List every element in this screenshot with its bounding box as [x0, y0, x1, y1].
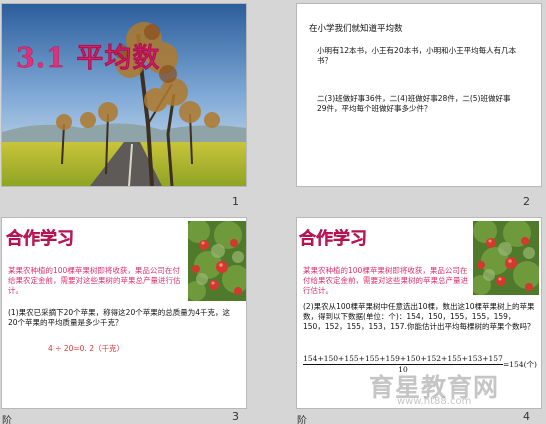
- slide-number-1: 1: [232, 195, 239, 208]
- slide-number-2: 2: [523, 195, 530, 208]
- apple-tree-image: [188, 221, 246, 301]
- problem-intro: 某果农种植的100棵苹果树即将收获，果品公司在付给果农定金前，需要对这些果树的苹…: [8, 266, 181, 295]
- formula-result: =154(个): [503, 360, 537, 369]
- formula-numerator: 154+150+155+155+159+150+152+155+153+157: [303, 354, 503, 365]
- slide-title: 合作学习: [299, 229, 367, 249]
- slide-footer-mark: 阶: [297, 416, 307, 424]
- problem-intro: 某果农种植的100棵苹果树即将收获，果品公司在付给果农定金前，需要对这些果树的苹…: [303, 266, 468, 295]
- road-landscape-image: [2, 4, 246, 186]
- answer-text: 4 ÷ 20=0. 2（千克）: [48, 344, 124, 353]
- slide-thumbnail-2[interactable]: 在小学我们就知道平均数 小明有12本书，小王有20本书，小明和小王平均每人有几本…: [297, 4, 541, 186]
- slide-thumbnail-4[interactable]: 合作学习 某果农种植的100棵苹果树即将收获，果品公司在付给果农定金前，需要对这…: [297, 218, 541, 408]
- slide-thumbnail-1[interactable]: 3.1 平均数: [2, 4, 246, 186]
- watermark-url: www.ht88.com: [397, 396, 472, 407]
- question-2: 二(3)班做好事36件，二(4)班做好事28件，二(5)班做好事29件，平均每个…: [317, 94, 511, 113]
- apple-tree-image: [473, 221, 539, 295]
- slide-number-4: 4: [523, 410, 530, 423]
- slide-heading: 在小学我们就知道平均数: [309, 24, 403, 34]
- slide-footer-mark: 阶: [2, 416, 12, 424]
- question-2: (2)果农从100棵苹果树中任意选出10棵，数出这10棵苹果树上的苹果数，得到以…: [303, 302, 535, 331]
- question-1: 小明有12本书，小王有20本书，小明和小王平均每人有几本书？: [317, 46, 517, 65]
- slide-title: 3.1 平均数: [16, 43, 161, 74]
- slide-title: 合作学习: [6, 229, 74, 249]
- question-1: (1)果农已采摘下20个苹果，称得这20个苹果的总质量为4千克，这20个苹果的平…: [8, 308, 230, 327]
- slide-thumbnail-3[interactable]: 合作学习 某果农种植的100棵苹果树即将收获，果品公司在付给果农定金前，需要对这…: [2, 218, 246, 408]
- slide-number-3: 3: [232, 410, 239, 423]
